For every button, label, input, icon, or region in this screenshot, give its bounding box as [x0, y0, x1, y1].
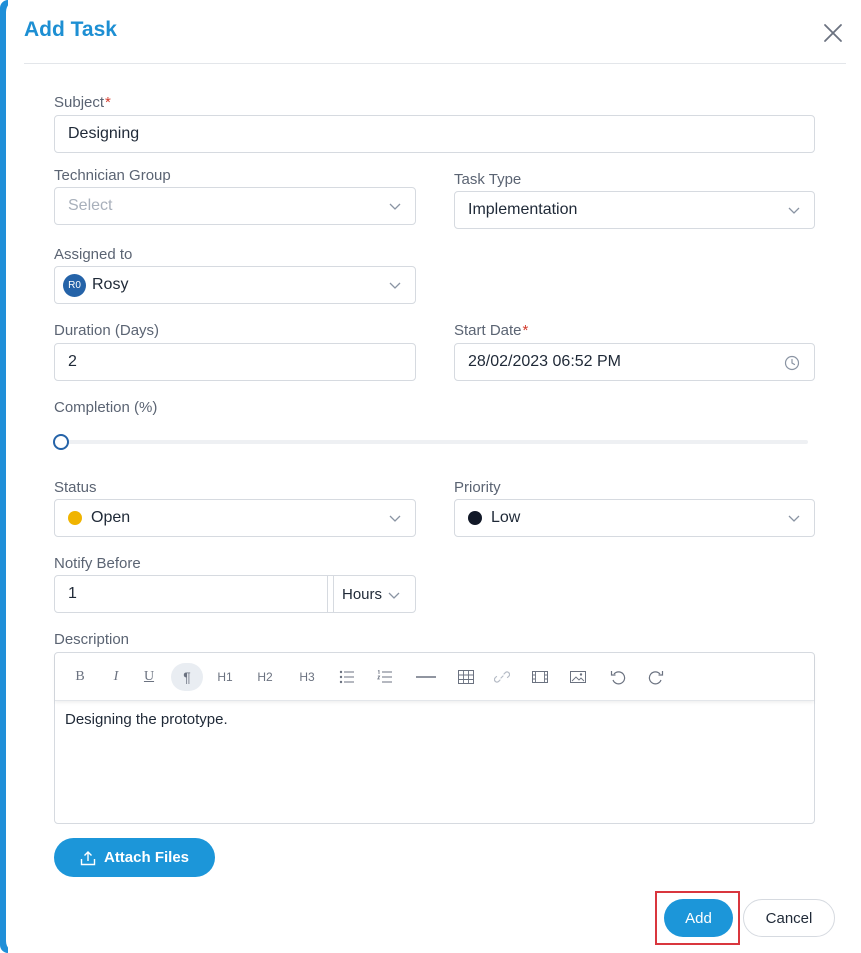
editor-toolbar: B I U ¶ H1 H2 H3: [55, 653, 814, 701]
add-task-modal: Add Task Subject* Designing Technician G…: [6, 0, 861, 953]
subject-label: Subject*: [54, 94, 111, 111]
table-icon: [458, 670, 474, 684]
notify-unit-value: Hours: [342, 585, 383, 603]
priority-select[interactable]: Low: [454, 499, 815, 537]
technician-group-placeholder: Select: [68, 197, 113, 214]
paragraph-button[interactable]: ¶: [171, 663, 203, 691]
notify-before-value: 1: [68, 585, 77, 602]
start-date-value: 28/02/2023 06:52 PM: [468, 353, 622, 370]
start-date-input[interactable]: 28/02/2023 06:52 PM: [454, 343, 815, 381]
h3-button[interactable]: H3: [295, 663, 319, 691]
priority-label: Priority: [454, 479, 501, 496]
duration-label: Duration (Days): [54, 322, 160, 339]
underline-button[interactable]: U: [140, 663, 158, 691]
h2-button[interactable]: H2: [253, 663, 277, 691]
description-editor[interactable]: B I U ¶ H1 H2 H3 Designing the prototype…: [54, 652, 815, 824]
undo-icon: [610, 671, 626, 685]
image-icon: [570, 671, 586, 683]
table-button[interactable]: [457, 663, 475, 691]
completion-label: Completion (%): [54, 399, 158, 416]
redo-button[interactable]: [647, 663, 665, 691]
priority-dot: [468, 511, 482, 525]
status-select[interactable]: Open: [54, 499, 416, 537]
link-icon: [494, 671, 510, 683]
task-type-select[interactable]: Implementation: [454, 191, 815, 229]
chevron-down-icon: [389, 282, 401, 289]
status-value: Open: [91, 509, 131, 526]
chevron-down-icon: [389, 515, 401, 522]
notify-before-input[interactable]: 1: [54, 575, 334, 613]
technician-group-label: Technician Group: [54, 167, 171, 184]
video-icon: [532, 671, 548, 683]
avatar: R0: [63, 273, 86, 297]
attach-files-button[interactable]: Attach Files: [54, 838, 215, 877]
modal-title: Add Task: [24, 18, 117, 41]
add-button[interactable]: Add: [664, 899, 733, 937]
start-date-label: Start Date*: [454, 322, 529, 339]
technician-group-select[interactable]: Select: [54, 187, 416, 225]
italic-button[interactable]: I: [107, 663, 125, 691]
task-type-label: Task Type: [454, 171, 522, 188]
header-divider: [24, 63, 846, 64]
notify-before-label: Notify Before: [54, 555, 141, 572]
required-mark: *: [522, 322, 529, 339]
bullet-list-icon: [339, 670, 354, 684]
assigned-to-select[interactable]: R0 Rosy: [54, 266, 416, 304]
status-dot: [68, 511, 82, 525]
cancel-button[interactable]: Cancel: [743, 899, 835, 937]
redo-icon: [648, 671, 664, 685]
required-mark: *: [105, 94, 111, 111]
undo-button[interactable]: [609, 663, 627, 691]
horizontal-rule-button[interactable]: [415, 663, 437, 691]
chevron-down-icon: [788, 207, 800, 214]
h1-button[interactable]: H1: [213, 663, 237, 691]
chevron-down-icon: [788, 515, 800, 522]
chevron-down-icon: [389, 203, 401, 210]
clock-icon[interactable]: [784, 355, 800, 371]
attach-files-label: Attach Files: [103, 849, 190, 866]
horizontal-rule-icon: [416, 676, 436, 678]
numbered-list-button[interactable]: [375, 663, 395, 691]
priority-value: Low: [491, 509, 521, 526]
completion-slider-thumb[interactable]: [53, 434, 69, 450]
assigned-to-label: Assigned to: [54, 246, 133, 263]
description-text[interactable]: Designing the prototype.: [65, 711, 228, 728]
image-button[interactable]: [569, 663, 587, 691]
status-label: Status: [54, 479, 97, 496]
subject-input[interactable]: Designing: [54, 115, 815, 153]
assigned-to-value: Rosy: [92, 276, 129, 293]
video-button[interactable]: [531, 663, 549, 691]
completion-slider-track[interactable]: [54, 440, 808, 444]
notify-unit-select[interactable]: Hours: [327, 575, 416, 613]
chevron-down-icon: [388, 592, 400, 599]
task-type-value: Implementation: [468, 201, 578, 218]
bold-button[interactable]: B: [71, 663, 89, 691]
upload-icon: [80, 850, 96, 865]
description-label: Description: [54, 631, 130, 648]
bullet-list-button[interactable]: [337, 663, 357, 691]
numbered-list-icon: [377, 670, 392, 683]
subject-value: Designing: [68, 125, 140, 142]
duration-input[interactable]: 2: [54, 343, 416, 381]
close-icon[interactable]: [822, 22, 844, 44]
duration-value: 2: [68, 353, 77, 370]
link-button[interactable]: [493, 663, 511, 691]
